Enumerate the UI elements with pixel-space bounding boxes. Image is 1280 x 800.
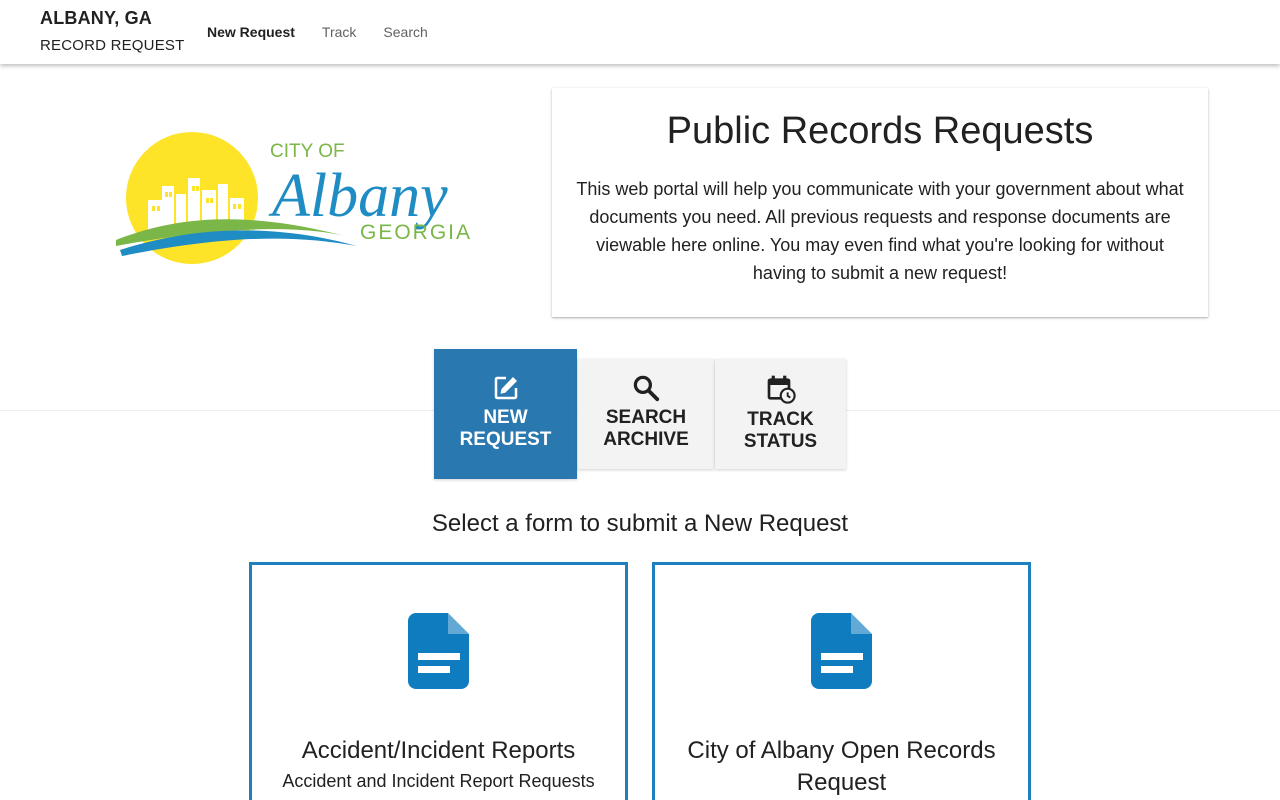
search-archive-button[interactable]: SEARCH ARCHIVE [578,359,714,469]
form-description: Accident and Incident Report Requests [282,771,595,791]
document-icon [408,613,469,689]
logo-albany-text: Albany [268,162,448,230]
search-archive-label-1: SEARCH [605,407,687,428]
brand-city: ALBANY, GA [40,8,153,28]
new-request-button[interactable]: NEW REQUEST [434,349,577,479]
intro-card: Public Records Requests This web portal … [552,88,1208,317]
select-form-heading: Select a form to submit a New Request [431,510,849,537]
form-card-accident-incident[interactable]: Accident/Incident Reports Accident and I… [249,562,628,800]
nav-new-request[interactable]: New Request [207,24,295,40]
intro-text: This web portal will help you communicat… [576,179,1184,283]
track-status-button[interactable]: TRACK STATUS [715,359,846,469]
new-request-label-2: REQUEST [459,429,552,450]
new-request-label-1: NEW [483,407,528,428]
logo-georgia-text: GEORGIA [360,221,472,244]
search-icon [633,375,660,402]
logo-graphic: CITY OF Albany GEORGIA [116,132,472,264]
main-nav: New Request Track Search [207,24,428,40]
document-icon [811,613,872,689]
brand[interactable]: ALBANY, GA RECORD REQUEST [40,8,184,54]
brand-subtitle: RECORD REQUEST [40,37,185,54]
track-status-label-2: STATUS [743,431,818,452]
page-title: Public Records Requests [666,110,1094,152]
calendar-clock-icon [767,375,796,404]
city-of-albany-logo: CITY OF Albany GEORGIA [112,128,496,270]
edit-icon [494,376,517,400]
logo-city-of-text: CITY OF [270,141,345,162]
form-title: Accident/Incident Reports [301,737,576,764]
form-card-open-records[interactable]: City of Albany Open Records Request [652,562,1031,800]
form-title: City of Albany Open Records Request [687,737,996,796]
top-app-bar: ALBANY, GA RECORD REQUEST New Request Tr… [0,0,1280,64]
nav-track[interactable]: Track [322,24,356,40]
nav-search[interactable]: Search [383,24,427,40]
search-archive-label-2: ARCHIVE [603,429,689,450]
track-status-label-1: TRACK [747,409,814,430]
